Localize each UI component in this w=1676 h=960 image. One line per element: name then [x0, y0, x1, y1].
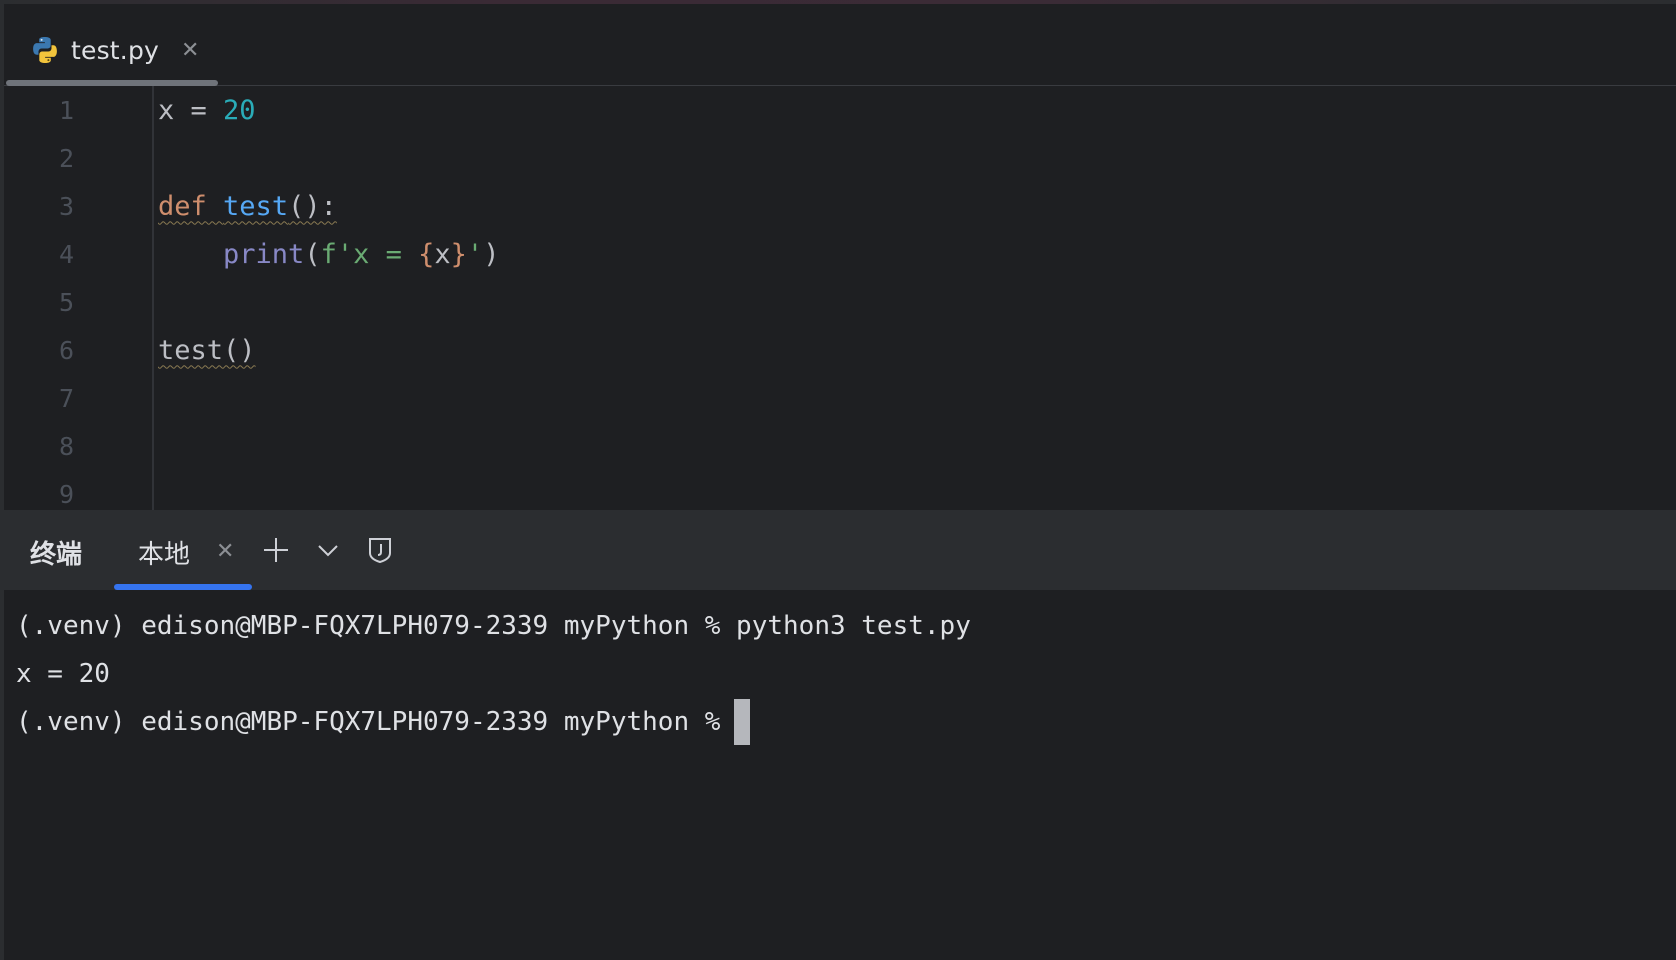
terminal-options-button[interactable]: [308, 530, 348, 570]
terminal-prompt-line: (.venv) edison@MBP-FQX7LPH079-2339 myPyt…: [16, 698, 751, 746]
code-text: test(): [158, 334, 256, 366]
python-file-icon: [30, 35, 60, 65]
terminal-line: x = 20: [16, 659, 110, 689]
line-number: 8: [58, 431, 74, 461]
code-line: 9: [4, 470, 1676, 510]
code-line: 7: [4, 374, 1676, 422]
tab-test-py[interactable]: test.py ✕: [30, 28, 199, 72]
code-line: 3 def test():: [4, 182, 1676, 230]
tab-label: test.py: [71, 35, 160, 65]
plus-icon: [264, 538, 288, 562]
shield-icon: [369, 538, 391, 564]
line-number: 4: [58, 239, 74, 269]
code-line: 8: [4, 422, 1676, 470]
code-line: 1 x = 20: [4, 86, 1676, 134]
terminal-shield-button[interactable]: [360, 530, 400, 570]
line-number: 1: [58, 95, 74, 125]
code-text: x = 20: [158, 94, 256, 126]
terminal-prompt: (.venv) edison@MBP-FQX7LPH079-2339 myPyt…: [16, 707, 721, 737]
tab-local-terminal[interactable]: 本地: [138, 534, 190, 571]
terminal-line: (.venv) edison@MBP-FQX7LPH079-2339 myPyt…: [16, 611, 971, 641]
line-number: 7: [58, 383, 74, 413]
terminal-output[interactable]: (.venv) edison@MBP-FQX7LPH079-2339 myPyt…: [4, 590, 1676, 960]
ide-window: test.py ✕ 1 x = 20 2 3 def test(): 4 pri…: [0, 0, 1676, 960]
new-terminal-button[interactable]: [256, 530, 296, 570]
terminal-toolbar: 终端 本地 ✕: [4, 510, 1676, 590]
line-number: 3: [58, 191, 74, 221]
line-number: 6: [58, 335, 74, 365]
code-editor[interactable]: 1 x = 20 2 3 def test(): 4 print(f'x = {…: [4, 86, 1676, 510]
terminal-cursor: [734, 699, 751, 745]
terminal-tab-close-icon[interactable]: ✕: [216, 538, 234, 564]
code-line: 4 print(f'x = {x}'): [4, 230, 1676, 278]
line-number: 5: [58, 287, 74, 317]
code-text: print(f'x = {x}'): [223, 238, 500, 270]
line-number: 2: [58, 143, 74, 173]
terminal-title: 终端: [30, 540, 83, 570]
code-line: 2: [4, 134, 1676, 182]
chevron-down-icon: [318, 545, 338, 557]
code-line: 6 test(): [4, 326, 1676, 374]
code-text: def test():: [158, 190, 337, 222]
tab-close-icon[interactable]: ✕: [181, 39, 199, 61]
code-line: 5: [4, 278, 1676, 326]
editor-tab-bar: test.py ✕: [4, 4, 1676, 86]
line-number: 9: [58, 479, 74, 509]
